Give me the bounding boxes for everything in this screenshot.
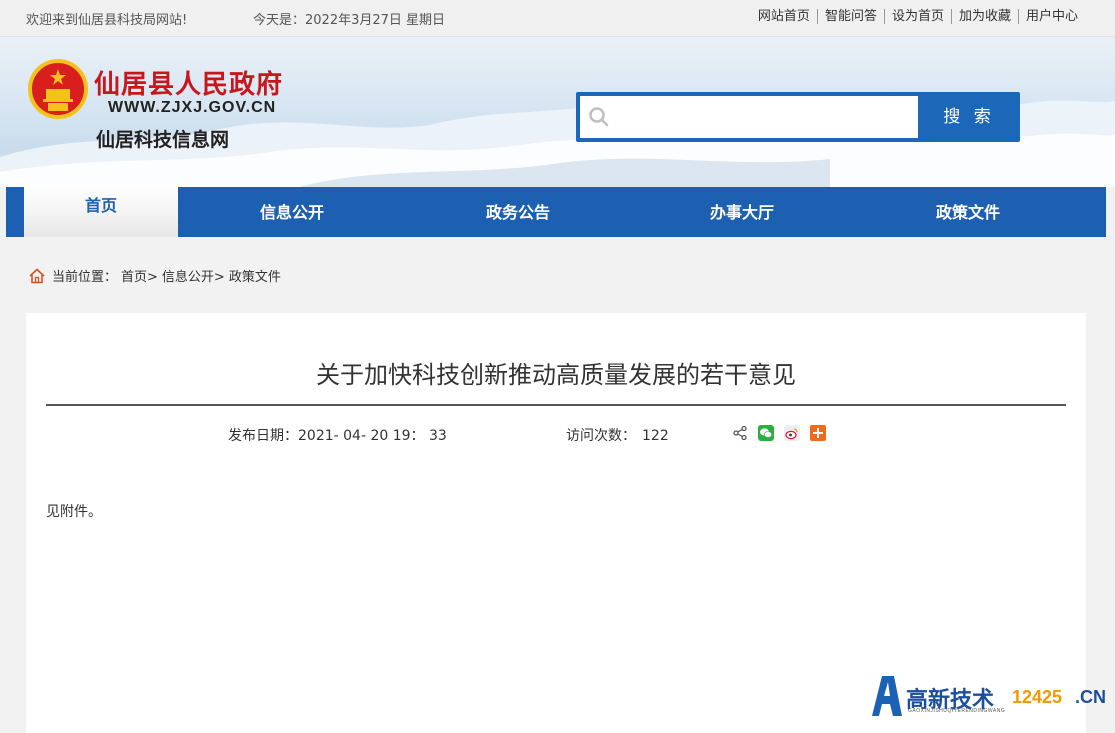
date-text: 今天是：2022年3月27日 星期日 bbox=[253, 13, 446, 28]
visit-count-value: 122 bbox=[642, 428, 669, 444]
main-nav: 首页 信息公开 政务公告 办事大厅 政策文件 bbox=[6, 183, 1106, 237]
top-bar: 欢迎来到仙居县科技局网站! 今天是：2022年3月27日 星期日 网站首页 智能… bbox=[0, 0, 1115, 37]
wechat-icon[interactable] bbox=[758, 425, 774, 441]
link-user-center[interactable]: 用户中心 bbox=[1017, 9, 1085, 24]
nav-info-public[interactable]: 信息公开 bbox=[178, 187, 406, 237]
site-subtitle: 仙居科技信息网 bbox=[96, 129, 230, 151]
site-header: 仙居县人民政府 WWW.ZJXJ.GOV.CN 仙居科技信息网 搜 索 bbox=[0, 37, 1115, 187]
nav-service-hall[interactable]: 办事大厅 bbox=[630, 187, 854, 237]
watermark-tld: .CN bbox=[1075, 687, 1106, 707]
share-bar bbox=[732, 425, 836, 441]
title-divider bbox=[46, 404, 1066, 406]
plus-share-icon[interactable] bbox=[810, 425, 826, 441]
site-title: 仙居县人民政府 bbox=[94, 70, 284, 100]
search-bar: 搜 索 bbox=[576, 92, 1020, 142]
nav-announcements[interactable]: 政务公告 bbox=[406, 187, 630, 237]
search-icon bbox=[589, 107, 609, 127]
weibo-icon[interactable] bbox=[784, 425, 800, 441]
breadcrumb: 当前位置： 首页> 信息公开> 政策文件 bbox=[28, 266, 281, 285]
watermark-a-icon bbox=[872, 676, 902, 716]
breadcrumb-policy-docs[interactable]: 政策文件 bbox=[229, 266, 281, 285]
search-button[interactable]: 搜 索 bbox=[918, 92, 1020, 142]
search-input[interactable] bbox=[580, 96, 918, 138]
publish-date: 发布日期：2021- 04- 20 19： 33 bbox=[228, 425, 447, 445]
site-url: WWW.ZJXJ.GOV.CN bbox=[108, 99, 277, 116]
watermark-logo: 高新技术 12425 .CN GAOXINJISHUQIYERENDINGWAN… bbox=[866, 670, 1115, 720]
link-add-favorite[interactable]: 加为收藏 bbox=[950, 9, 1018, 24]
welcome-text: 欢迎来到仙居县科技局网站! bbox=[26, 13, 188, 28]
watermark-number: 12425 bbox=[1012, 687, 1063, 707]
home-icon bbox=[29, 268, 45, 283]
national-emblem-icon bbox=[28, 59, 88, 119]
top-links: 网站首页 智能问答 设为首页 加为收藏 用户中心 bbox=[751, 9, 1085, 24]
link-smart-qa[interactable]: 智能问答 bbox=[816, 9, 884, 24]
nav-policy-docs[interactable]: 政策文件 bbox=[854, 187, 1082, 237]
visit-count: 访问次数： 122 bbox=[566, 425, 669, 445]
nav-home[interactable]: 首页 bbox=[24, 183, 178, 237]
publish-date-value: 2021- 04- 20 19： 33 bbox=[298, 428, 447, 444]
breadcrumb-prefix: 当前位置： bbox=[52, 270, 118, 285]
breadcrumb-home[interactable]: 首页> bbox=[121, 266, 158, 285]
breadcrumb-info-public[interactable]: 信息公开> bbox=[162, 266, 225, 285]
share-icon[interactable] bbox=[732, 425, 748, 441]
article-body: 见附件。 bbox=[46, 504, 102, 520]
link-site-home[interactable]: 网站首页 bbox=[751, 9, 817, 24]
visit-count-label: 访问次数： bbox=[566, 428, 636, 444]
article-title: 关于加快科技创新推动高质量发展的若干意见 bbox=[316, 361, 796, 389]
publish-date-label: 发布日期： bbox=[228, 428, 298, 444]
link-set-homepage[interactable]: 设为首页 bbox=[883, 9, 951, 24]
watermark-pinyin: GAOXINJISHUQIYERENDINGWANG bbox=[908, 708, 1006, 714]
